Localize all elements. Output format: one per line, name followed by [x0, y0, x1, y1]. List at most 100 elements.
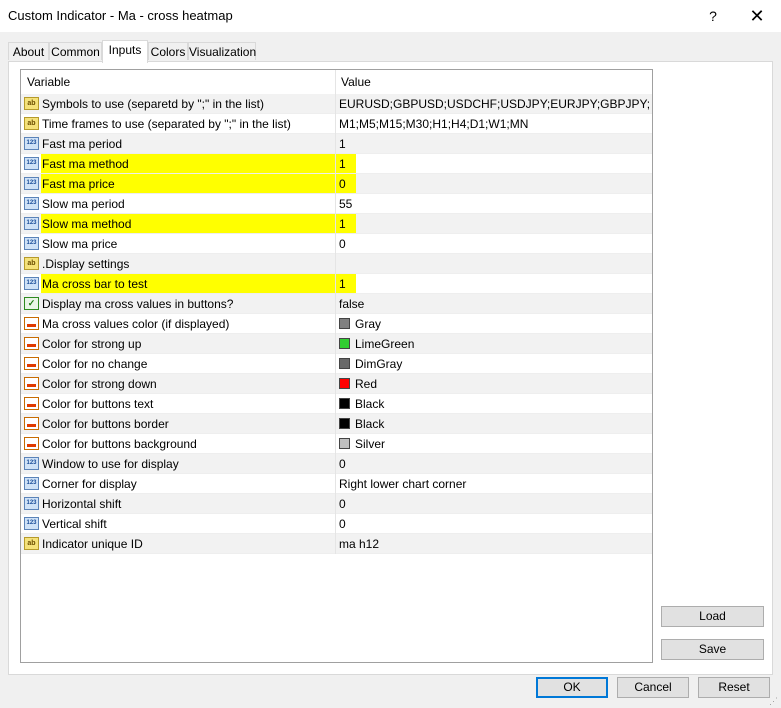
param-row[interactable]: Color for no change DimGray	[21, 354, 652, 374]
tab-colors[interactable]: Colors	[148, 42, 188, 60]
tab-common[interactable]: Common	[49, 42, 102, 60]
resize-grip-icon[interactable]: ⋰	[769, 696, 779, 706]
window-title: Custom Indicator - Ma - cross heatmap	[8, 8, 233, 23]
column-divider	[335, 94, 336, 554]
param-value[interactable]: 0	[339, 457, 649, 471]
help-button[interactable]: ?	[703, 6, 723, 26]
close-button[interactable]: ✕	[745, 6, 769, 26]
param-value[interactable]: 1	[339, 157, 649, 171]
param-name: Symbols to use (separetd by ";" in the l…	[42, 97, 264, 111]
integer-param-icon: 123	[24, 137, 39, 150]
param-name: Fast ma price	[42, 177, 115, 191]
param-value[interactable]: 1	[339, 217, 649, 231]
param-row[interactable]: Color for strong up LimeGreen	[21, 334, 652, 354]
integer-param-icon: 123	[24, 217, 39, 230]
param-row[interactable]: ab .Display settings	[21, 254, 652, 274]
param-value[interactable]: M1;M5;M15;M30;H1;H4;D1;W1;MN	[339, 117, 649, 131]
param-row[interactable]: 123 Window to use for display 0	[21, 454, 652, 474]
param-row[interactable]: 123 Slow ma period 55	[21, 194, 652, 214]
param-row[interactable]: ✓ Display ma cross values in buttons? fals…	[21, 294, 652, 314]
param-row[interactable]: 123 Horizontal shift 0	[21, 494, 652, 514]
param-row[interactable]: 123 Corner for display Right lower chart c…	[21, 474, 652, 494]
color-param-icon	[24, 377, 39, 390]
param-row[interactable]: Color for buttons background Silver	[21, 434, 652, 454]
param-value[interactable]: 55	[339, 197, 649, 211]
column-header-variable[interactable]: Variable	[27, 75, 70, 89]
title-bar: Custom Indicator - Ma - cross heatmap ? …	[0, 0, 781, 32]
param-name: .Display settings	[42, 257, 130, 271]
color-swatch[interactable]	[339, 438, 350, 449]
param-value[interactable]: 0	[339, 497, 649, 511]
param-name: Horizontal shift	[42, 497, 122, 511]
param-name: Color for strong down	[42, 377, 157, 391]
column-header-value[interactable]: Value	[341, 75, 371, 89]
param-name: Color for strong up	[42, 337, 142, 351]
color-swatch[interactable]	[339, 318, 350, 329]
load-button[interactable]: Load	[661, 606, 764, 627]
param-value[interactable]: Black	[355, 417, 652, 431]
param-value[interactable]: 0	[339, 237, 649, 251]
tab-visualization[interactable]: Visualization	[188, 42, 256, 60]
color-param-icon	[24, 317, 39, 330]
param-row[interactable]: 123 Slow ma method 1	[21, 214, 652, 234]
param-name: Indicator unique ID	[42, 537, 143, 551]
param-value[interactable]: 0	[339, 517, 649, 531]
param-value[interactable]: 1	[339, 277, 649, 291]
header-divider[interactable]	[335, 70, 336, 94]
param-name: Ma cross values color (if displayed)	[42, 317, 230, 331]
param-row[interactable]: 123 Vertical shift 0	[21, 514, 652, 534]
param-name: Display ma cross values in buttons?	[42, 297, 234, 311]
color-swatch[interactable]	[339, 338, 350, 349]
param-value[interactable]: Gray	[355, 317, 652, 331]
color-swatch[interactable]	[339, 378, 350, 389]
integer-param-icon: 123	[24, 477, 39, 490]
color-swatch[interactable]	[339, 418, 350, 429]
param-value[interactable]: ma h12	[339, 537, 649, 551]
param-row[interactable]: 123 Fast ma price 0	[21, 174, 652, 194]
param-name: Window to use for display	[42, 457, 179, 471]
param-value[interactable]: false	[339, 297, 649, 311]
param-row[interactable]: ab Time frames to use (separated by ";" i…	[21, 114, 652, 134]
param-row[interactable]: ab Indicator unique ID ma h12	[21, 534, 652, 554]
param-value[interactable]: DimGray	[355, 357, 652, 371]
param-row[interactable]: 123 Ma cross bar to test 1	[21, 274, 652, 294]
ok-button[interactable]: OK	[536, 677, 608, 698]
param-value[interactable]: Black	[355, 397, 652, 411]
param-row[interactable]: Color for buttons text Black	[21, 394, 652, 414]
param-value[interactable]: 1	[339, 137, 649, 151]
param-row[interactable]: Color for strong down Red	[21, 374, 652, 394]
param-row[interactable]: 123 Fast ma method 1	[21, 154, 652, 174]
save-button[interactable]: Save	[661, 639, 764, 660]
integer-param-icon: 123	[24, 177, 39, 190]
color-swatch[interactable]	[339, 398, 350, 409]
param-row[interactable]: Color for buttons border Black	[21, 414, 652, 434]
param-row[interactable]: 123 Slow ma price 0	[21, 234, 652, 254]
tab-about[interactable]: About	[8, 42, 49, 60]
integer-param-icon: 123	[24, 237, 39, 250]
integer-param-icon: 123	[24, 157, 39, 170]
text-param-icon: ab	[24, 257, 39, 270]
param-name: Vertical shift	[42, 517, 107, 531]
color-swatch[interactable]	[339, 358, 350, 369]
integer-param-icon: 123	[24, 517, 39, 530]
param-name: Slow ma method	[42, 217, 132, 231]
tab-inputs[interactable]: Inputs	[102, 40, 148, 63]
integer-param-icon: 123	[24, 277, 39, 290]
cancel-button[interactable]: Cancel	[617, 677, 689, 698]
color-param-icon	[24, 437, 39, 450]
param-row[interactable]: 123 Fast ma period 1	[21, 134, 652, 154]
param-value[interactable]: 0	[339, 177, 649, 191]
param-row[interactable]: ab Symbols to use (separetd by ";" in the…	[21, 94, 652, 114]
param-value[interactable]: Silver	[355, 437, 652, 451]
inputs-panel: Variable Value ab Symbols to use (separet…	[8, 61, 773, 675]
boolean-param-icon: ✓	[24, 297, 39, 310]
param-value[interactable]: LimeGreen	[355, 337, 652, 351]
text-param-icon: ab	[24, 97, 39, 110]
param-value[interactable]: Red	[355, 377, 652, 391]
param-value[interactable]: EURUSD;GBPUSD;USDCHF;USDJPY;EURJPY;GBPJP…	[339, 97, 649, 111]
text-param-icon: ab	[24, 117, 39, 130]
param-value[interactable]: Right lower chart corner	[339, 477, 649, 491]
reset-button[interactable]: Reset	[698, 677, 770, 698]
param-row[interactable]: Ma cross values color (if displayed) Gray	[21, 314, 652, 334]
param-name: Color for buttons border	[42, 417, 169, 431]
